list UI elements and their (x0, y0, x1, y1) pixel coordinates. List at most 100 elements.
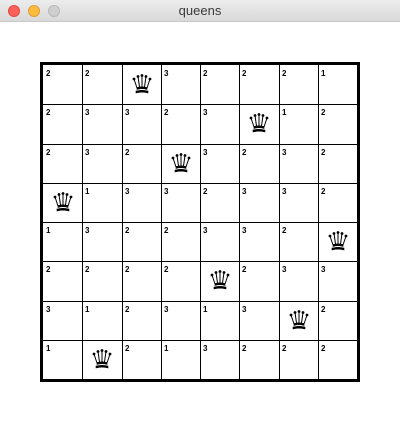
board-cell[interactable]: 2 (122, 222, 161, 261)
board-cell[interactable]: 3 (82, 144, 122, 183)
queen-icon (132, 73, 151, 93)
cell-number: 3 (242, 187, 247, 196)
board-cell[interactable]: 1 (279, 104, 318, 144)
board-cell[interactable] (122, 65, 161, 104)
board-cell[interactable]: 3 (279, 183, 318, 222)
board-cell[interactable]: 2 (122, 144, 161, 183)
cell-number: 3 (282, 265, 287, 274)
board-cell[interactable] (200, 261, 239, 301)
board-cell[interactable]: 1 (82, 301, 122, 340)
cell-number: 2 (321, 344, 326, 353)
cell-number: 3 (125, 108, 130, 117)
board-cell[interactable]: 2 (43, 261, 82, 301)
board-cell[interactable]: 3 (200, 340, 239, 379)
cell-number: 2 (282, 69, 287, 78)
cell-number: 2 (321, 148, 326, 157)
board-cell[interactable]: 3 (200, 104, 239, 144)
board-cell[interactable]: 2 (239, 340, 279, 379)
board-cell[interactable]: 3 (122, 183, 161, 222)
board-cell[interactable]: 1 (82, 183, 122, 222)
queen-icon (53, 191, 72, 211)
cell-number: 2 (164, 226, 169, 235)
board-cell[interactable]: 3 (239, 301, 279, 340)
board-cell[interactable]: 3 (82, 222, 122, 261)
cell-number: 3 (125, 187, 130, 196)
board-cell[interactable]: 2 (161, 222, 200, 261)
board-cell[interactable]: 2 (200, 183, 239, 222)
board-cell[interactable]: 2 (122, 301, 161, 340)
board-cell[interactable]: 1 (318, 65, 357, 104)
cell-number: 2 (321, 187, 326, 196)
cell-number: 2 (125, 265, 130, 274)
board-cell[interactable] (82, 340, 122, 379)
board-cell[interactable]: 2 (239, 261, 279, 301)
board-cell[interactable]: 3 (161, 301, 200, 340)
board-cell[interactable]: 2 (122, 340, 161, 379)
cell-number: 3 (85, 148, 90, 157)
board-cell[interactable]: 2 (279, 222, 318, 261)
board-cell[interactable]: 2 (161, 261, 200, 301)
cell-number: 3 (164, 305, 169, 314)
queen-icon (289, 309, 308, 329)
title-bar: queens (0, 0, 400, 22)
queen-icon (171, 152, 190, 172)
cell-number: 2 (164, 108, 169, 117)
board-cell[interactable]: 3 (161, 183, 200, 222)
board-cell[interactable]: 3 (122, 104, 161, 144)
board-cell[interactable]: 2 (200, 65, 239, 104)
app-window: queens 2 2 3 2 2 2 1 2 3 3 2 3 1 2 2 3 2 3 2 3 2 1 3 3 2 3 3 2 1 3 2 2 3… (0, 0, 400, 422)
board-cell[interactable]: 2 (122, 261, 161, 301)
board-cell[interactable] (318, 222, 357, 261)
board-cell[interactable]: 3 (82, 104, 122, 144)
cell-number: 2 (46, 69, 51, 78)
cell-number: 2 (125, 226, 130, 235)
board-cell[interactable]: 2 (239, 144, 279, 183)
board-cell[interactable]: 2 (318, 301, 357, 340)
board-cell[interactable]: 3 (279, 144, 318, 183)
cell-number: 1 (85, 305, 90, 314)
cell-number: 1 (46, 226, 51, 235)
board-cell[interactable] (161, 144, 200, 183)
board-cell[interactable] (279, 301, 318, 340)
board-cell[interactable]: 1 (43, 222, 82, 261)
board-cell[interactable] (43, 183, 82, 222)
board-cell[interactable]: 3 (43, 301, 82, 340)
board-cell[interactable]: 3 (239, 183, 279, 222)
board-cell[interactable]: 3 (279, 261, 318, 301)
chess-board: 2 2 3 2 2 2 1 2 3 3 2 3 1 2 2 3 2 3 2 3 2 1 3 3 2 3 3 2 1 3 2 2 3 3 2 2 2 2 2 2… (40, 62, 360, 382)
cell-number: 1 (203, 305, 208, 314)
board-cell[interactable] (239, 104, 279, 144)
board-cell[interactable]: 2 (318, 183, 357, 222)
cell-number: 3 (164, 187, 169, 196)
cell-number: 3 (321, 265, 326, 274)
cell-number: 1 (282, 108, 287, 117)
board-cell[interactable]: 2 (318, 104, 357, 144)
board-cell[interactable]: 1 (161, 340, 200, 379)
cell-number: 2 (46, 265, 51, 274)
cell-number: 2 (85, 265, 90, 274)
cell-number: 2 (242, 148, 247, 157)
cell-number: 3 (242, 305, 247, 314)
board-cell[interactable]: 2 (82, 261, 122, 301)
board-cell[interactable]: 1 (43, 340, 82, 379)
board-cell[interactable]: 2 (43, 144, 82, 183)
board-cell[interactable]: 3 (200, 222, 239, 261)
board-cell[interactable]: 1 (200, 301, 239, 340)
board-cell[interactable]: 2 (318, 144, 357, 183)
board-cell[interactable]: 3 (200, 144, 239, 183)
board-cell[interactable]: 2 (43, 65, 82, 104)
cell-number: 2 (282, 226, 287, 235)
board-cell[interactable]: 2 (43, 104, 82, 144)
board-cell[interactable]: 3 (239, 222, 279, 261)
board-cell[interactable]: 3 (161, 65, 200, 104)
queen-icon (92, 348, 112, 368)
board-cell[interactable]: 2 (82, 65, 122, 104)
board-cell[interactable]: 2 (279, 340, 318, 379)
cell-number: 3 (242, 226, 247, 235)
board-cell[interactable]: 2 (161, 104, 200, 144)
board-cell[interactable]: 3 (318, 261, 357, 301)
cell-number: 2 (46, 148, 51, 157)
board-cell[interactable]: 2 (318, 340, 357, 379)
board-cell[interactable]: 2 (279, 65, 318, 104)
board-cell[interactable]: 2 (239, 65, 279, 104)
